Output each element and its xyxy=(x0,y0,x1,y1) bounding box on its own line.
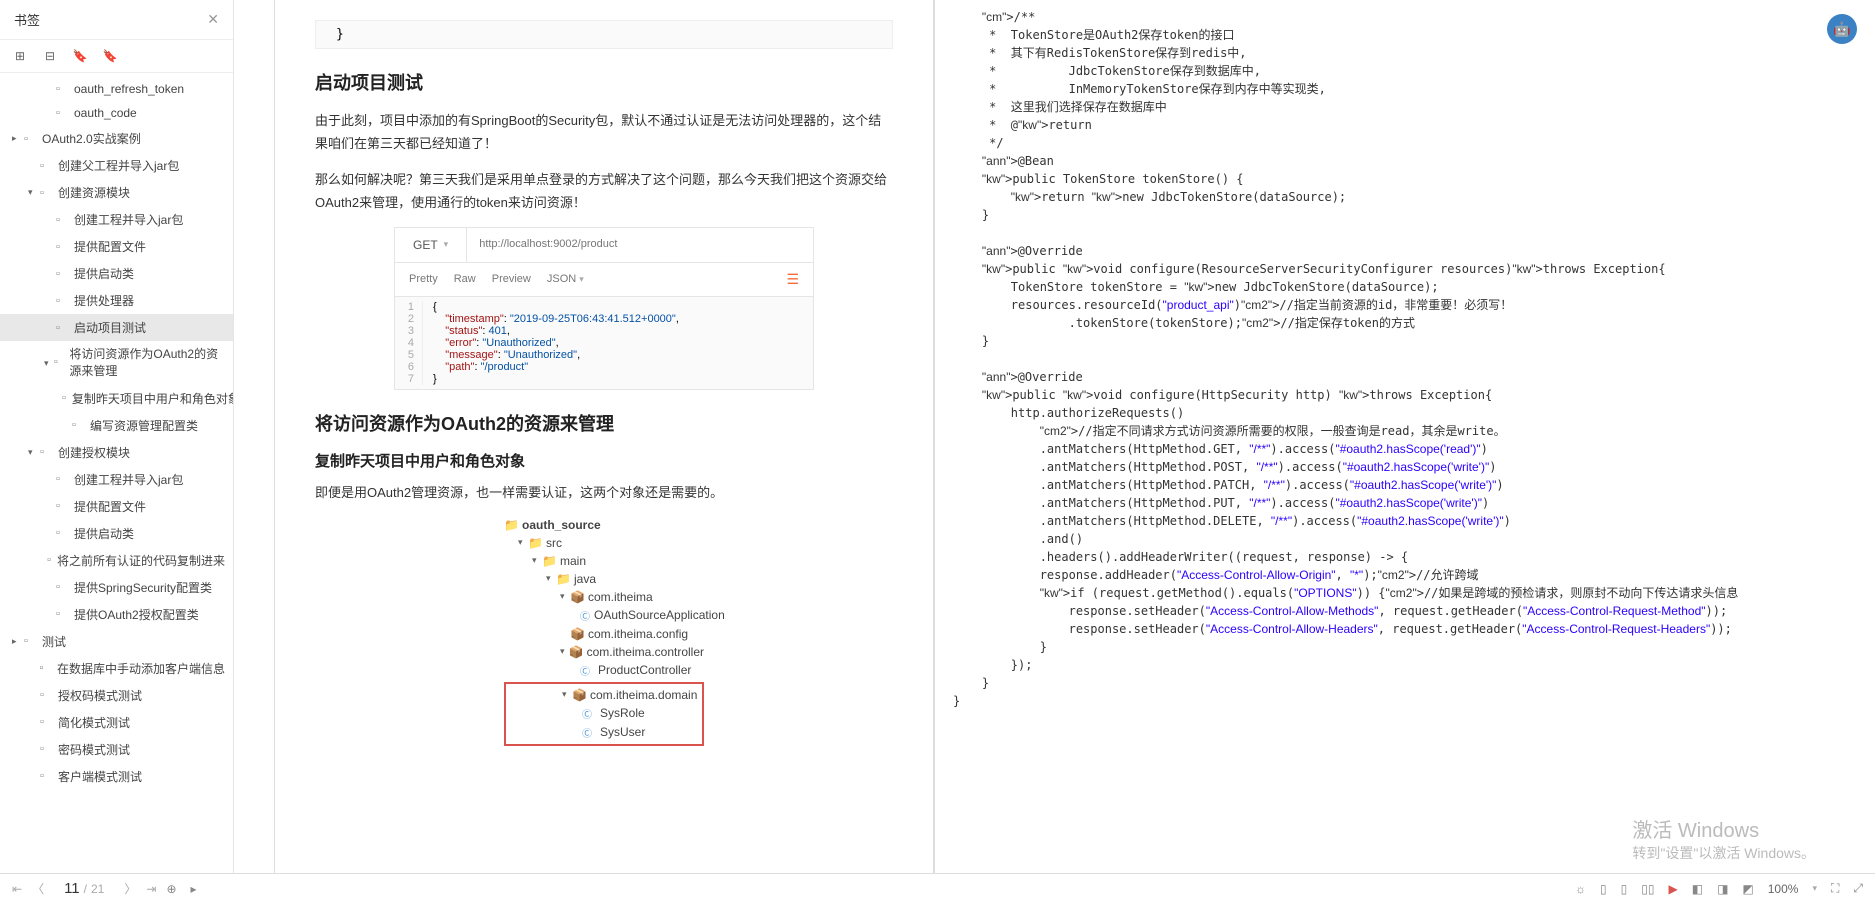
http-method: GET▾ xyxy=(395,228,467,262)
next-page-icon[interactable]: 〉 xyxy=(124,880,136,897)
tool-icon-1[interactable]: ◧ xyxy=(1692,882,1703,896)
tool-icon-3[interactable]: ◩ xyxy=(1742,882,1753,896)
tab-raw: Raw xyxy=(454,273,476,285)
close-icon[interactable]: ✕ xyxy=(207,11,219,28)
bookmark-item[interactable]: ▾▫创建授权模块 xyxy=(0,439,233,466)
sidebar-title: 书签 xyxy=(14,10,40,29)
bookmark-item[interactable]: ▾▫将访问资源作为OAuth2的资源来管理 xyxy=(0,341,233,385)
heading-copy-objects: 复制昨天项目中用户和角色对象 xyxy=(315,450,893,471)
arrow-right-icon[interactable]: ▸ xyxy=(191,882,197,896)
bookmark-item[interactable]: ▫在数据库中手动添加客户端信息 xyxy=(0,655,233,682)
bookmark-item[interactable]: ▫创建工程并导入jar包 xyxy=(0,466,233,493)
document-page: } 启动项目测试 由于此刻，项目中添加的有SpringBoot的Security… xyxy=(274,0,934,873)
play-icon[interactable]: ▶ xyxy=(1668,882,1677,896)
bookmark-item[interactable]: ▫提供配置文件 xyxy=(0,233,233,260)
paragraph: 由于此刻，项目中添加的有SpringBoot的Security包，默认不通过认证… xyxy=(315,109,893,156)
bookmark-item[interactable]: ▫简化模式测试 xyxy=(0,709,233,736)
bookmark-item[interactable]: ▫创建父工程并导入jar包 xyxy=(0,152,233,179)
collapse-all-icon[interactable]: ⊟ xyxy=(42,48,58,64)
url-input: http://localhost:9002/product xyxy=(467,228,813,262)
status-bar: ⇤ 〈 11/21 〉 ⇥ ⊕ ▸ ☼ ▯ ▯ ▯▯ ▶ ◧ ◨ ◩ 100% … xyxy=(0,873,1875,903)
view-facing-icon[interactable]: ▯▯ xyxy=(1641,882,1654,896)
fullscreen-icon[interactable]: ⤢ xyxy=(1853,881,1863,896)
bookmark-item[interactable]: ▫提供OAuth2授权配置类 xyxy=(0,601,233,628)
code-panel: "cm">/** * TokenStore是OAuth2保存token的接口 *… xyxy=(934,0,1875,873)
tab-pretty: Pretty xyxy=(409,273,438,285)
view-single-icon[interactable]: ▯ xyxy=(1600,882,1607,896)
brightness-icon[interactable]: ☼ xyxy=(1575,882,1586,896)
bookmark-item[interactable]: ▫复制昨天项目中用户和角色对象 xyxy=(0,385,233,412)
heading-startup-test: 启动项目测试 xyxy=(315,69,893,95)
add-page-icon[interactable]: ⊕ xyxy=(166,882,176,896)
bookmark-item[interactable]: ▫客户端模式测试 xyxy=(0,763,233,790)
paragraph: 即便是用OAuth2管理资源，也一样需要认证，这两个对象还是需要的。 xyxy=(315,481,893,504)
expand-all-icon[interactable]: ⊞ xyxy=(12,48,28,64)
sidebar-toolbar: ⊞ ⊟ 🔖 🔖 xyxy=(0,40,233,73)
fit-width-icon[interactable]: ⛶ xyxy=(1831,881,1839,896)
first-page-icon[interactable]: ⇤ xyxy=(12,882,22,896)
tab-preview: Preview xyxy=(492,273,531,285)
assistant-float-button[interactable]: 🤖 xyxy=(1827,14,1857,44)
bookmark-item[interactable]: ▫创建工程并导入jar包 xyxy=(0,206,233,233)
bookmark-item[interactable]: ▫提供启动类 xyxy=(0,520,233,547)
bookmark-item[interactable]: ▫提供启动类 xyxy=(0,260,233,287)
last-page-icon[interactable]: ⇥ xyxy=(146,882,156,896)
bookmark-item[interactable]: ▫编写资源管理配置类 xyxy=(0,412,233,439)
bookmark-item[interactable]: ▫授权码模式测试 xyxy=(0,682,233,709)
project-tree: 📁oauth_source ▾📁src ▾📁main ▾📁java ▾📦com.… xyxy=(504,516,704,746)
heading-oauth2-resource: 将访问资源作为OAuth2的资源来管理 xyxy=(315,410,893,436)
bookmark-item[interactable]: ▫提供配置文件 xyxy=(0,493,233,520)
wrap-icon: ☰ xyxy=(786,271,799,288)
bookmark-item[interactable]: ▾▫创建资源模块 xyxy=(0,179,233,206)
zoom-level[interactable]: 100% xyxy=(1768,882,1799,896)
bookmark-item[interactable]: ▫提供处理器 xyxy=(0,287,233,314)
bookmark-item[interactable]: ▫启动项目测试 xyxy=(0,314,233,341)
bookmark-alt-icon[interactable]: 🔖 xyxy=(102,48,118,64)
bookmark-item[interactable]: ▫oauth_code xyxy=(0,101,233,125)
bookmark-item[interactable]: ▫提供SpringSecurity配置类 xyxy=(0,574,233,601)
bookmark-item[interactable]: ▫密码模式测试 xyxy=(0,736,233,763)
code-fragment: } xyxy=(315,20,893,49)
tab-json: JSON ▾ xyxy=(547,273,584,285)
bookmark-tree: ▫oauth_refresh_token▫oauth_code▸▫OAuth2.… xyxy=(0,73,233,873)
paragraph: 那么如何解决呢？第三天我们是采用单点登录的方式解决了这个问题，那么今天我们把这个… xyxy=(315,168,893,215)
prev-page-icon[interactable]: 〈 xyxy=(32,880,44,897)
bookmark-item[interactable]: ▫oauth_refresh_token xyxy=(0,77,233,101)
postman-screenshot: GET▾ http://localhost:9002/product Prett… xyxy=(394,227,814,390)
tool-icon-2[interactable]: ◨ xyxy=(1717,882,1728,896)
bookmark-item[interactable]: ▫将之前所有认证的代码复制进来 xyxy=(0,547,233,574)
page-indicator: 11/21 xyxy=(64,880,104,897)
bookmark-icon[interactable]: 🔖 xyxy=(72,48,88,64)
bookmark-item[interactable]: ▸▫OAuth2.0实战案例 xyxy=(0,125,233,152)
view-continuous-icon[interactable]: ▯ xyxy=(1621,882,1628,896)
bookmark-sidebar: 书签 ✕ ⊞ ⊟ 🔖 🔖 ▫oauth_refresh_token▫oauth_… xyxy=(0,0,234,873)
bookmark-item[interactable]: ▸▫测试 xyxy=(0,628,233,655)
